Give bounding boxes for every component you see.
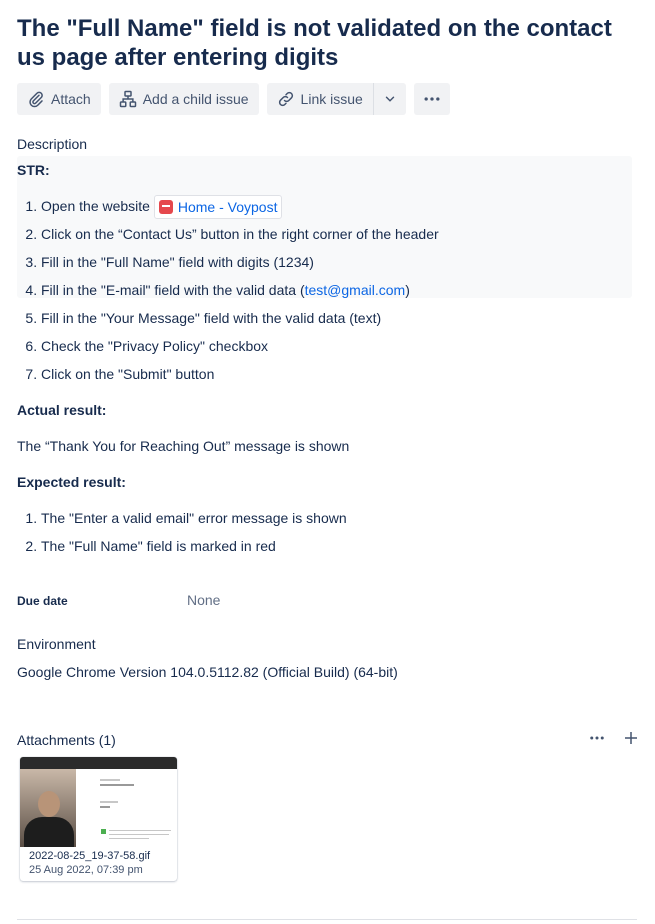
- due-date-value[interactable]: None: [187, 592, 220, 608]
- paperclip-icon: [29, 91, 43, 108]
- list-item: Fill in the "Full Name" field with digit…: [41, 248, 439, 276]
- thumbnail-line: [100, 779, 120, 781]
- issue-title[interactable]: The "Full Name" field is not validated o…: [17, 14, 637, 72]
- list-item: The "Enter a valid email" error message …: [41, 504, 347, 532]
- thumbnail-photo: [20, 769, 76, 847]
- step-1-text: Open the website: [41, 198, 154, 214]
- list-item: Click on the "Submit" button: [41, 360, 439, 388]
- thumbnail-line: [100, 801, 118, 803]
- link-issue-dropdown-button[interactable]: [372, 83, 406, 115]
- actual-result-text: The “Thank You for Reaching Out” message…: [17, 438, 350, 454]
- attachment-card[interactable]: 2022-08-25_19-37-58.gif 25 Aug 2022, 07:…: [20, 757, 177, 881]
- list-item: Fill in the "E-mail" field with the vali…: [41, 276, 439, 304]
- attachment-thumbnail: [20, 757, 177, 847]
- expected-result-heading: Expected result:: [17, 474, 126, 490]
- thumbnail-line: [100, 784, 134, 786]
- thumbnail-line: [109, 830, 171, 831]
- str-heading: STR:: [17, 162, 50, 178]
- email-link[interactable]: test@gmail.com: [305, 282, 406, 298]
- add-child-issue-label: Add a child issue: [142, 91, 249, 107]
- thumbnail-browser-bar: [20, 757, 177, 769]
- attachment-file-name: 2022-08-25_19-37-58.gif: [29, 850, 151, 862]
- list-item: Click on the “Contact Us” button in the …: [41, 220, 439, 248]
- add-child-issue-button[interactable]: Add a child issue: [108, 83, 259, 115]
- list-item: The "Full Name" field is marked in red: [41, 532, 347, 560]
- step-4-suffix: ): [405, 282, 410, 298]
- attachments-heading: Attachments (1): [17, 732, 116, 748]
- link-issue-split-button: Link issue: [266, 83, 406, 115]
- attachments-actions: [588, 729, 640, 747]
- add-icon[interactable]: [622, 729, 640, 747]
- environment-label: Environment: [17, 636, 96, 652]
- link-icon: [278, 91, 293, 107]
- description-heading: Description: [17, 136, 88, 152]
- chevron-down-icon: [385, 96, 395, 102]
- str-steps-list: Open the website Home - Voypost Click on…: [17, 192, 439, 388]
- attach-label: Attach: [51, 91, 91, 107]
- attach-button[interactable]: Attach: [17, 83, 101, 115]
- list-item: Fill in the "Your Message" field with th…: [41, 304, 439, 332]
- link-issue-label: Link issue: [300, 91, 363, 107]
- voypost-link-text: Home - Voypost: [177, 199, 278, 216]
- actual-result-heading: Actual result:: [17, 402, 107, 418]
- step-4-prefix: Fill in the "E-mail" field with the vali…: [41, 282, 305, 298]
- environment-value[interactable]: Google Chrome Version 104.0.5112.82 (Off…: [17, 664, 398, 680]
- thumbnail-line: [109, 834, 169, 835]
- more-actions-button[interactable]: [413, 83, 450, 115]
- list-item: Check the "Privacy Policy" checkbox: [41, 332, 439, 360]
- voypost-smart-link[interactable]: Home - Voypost: [153, 195, 283, 220]
- expected-result-list: The "Enter a valid email" error message …: [17, 504, 347, 560]
- child-issue-icon: [119, 90, 136, 108]
- voypost-favicon-icon: [158, 200, 173, 215]
- thumbnail-checkbox: [101, 829, 106, 834]
- attachment-date: 25 Aug 2022, 07:39 pm: [29, 864, 143, 876]
- thumbnail-line: [100, 806, 110, 808]
- section-divider: [17, 919, 637, 920]
- issue-toolbar: Attach Add a child issue Link issue: [17, 83, 450, 115]
- thumbnail-line: [109, 838, 149, 839]
- link-issue-button[interactable]: Link issue: [266, 83, 373, 115]
- more-horizontal-icon: [424, 97, 440, 101]
- list-item: Open the website Home - Voypost: [41, 192, 439, 220]
- more-horizontal-icon[interactable]: [588, 729, 606, 747]
- due-date-label: Due date: [17, 594, 68, 608]
